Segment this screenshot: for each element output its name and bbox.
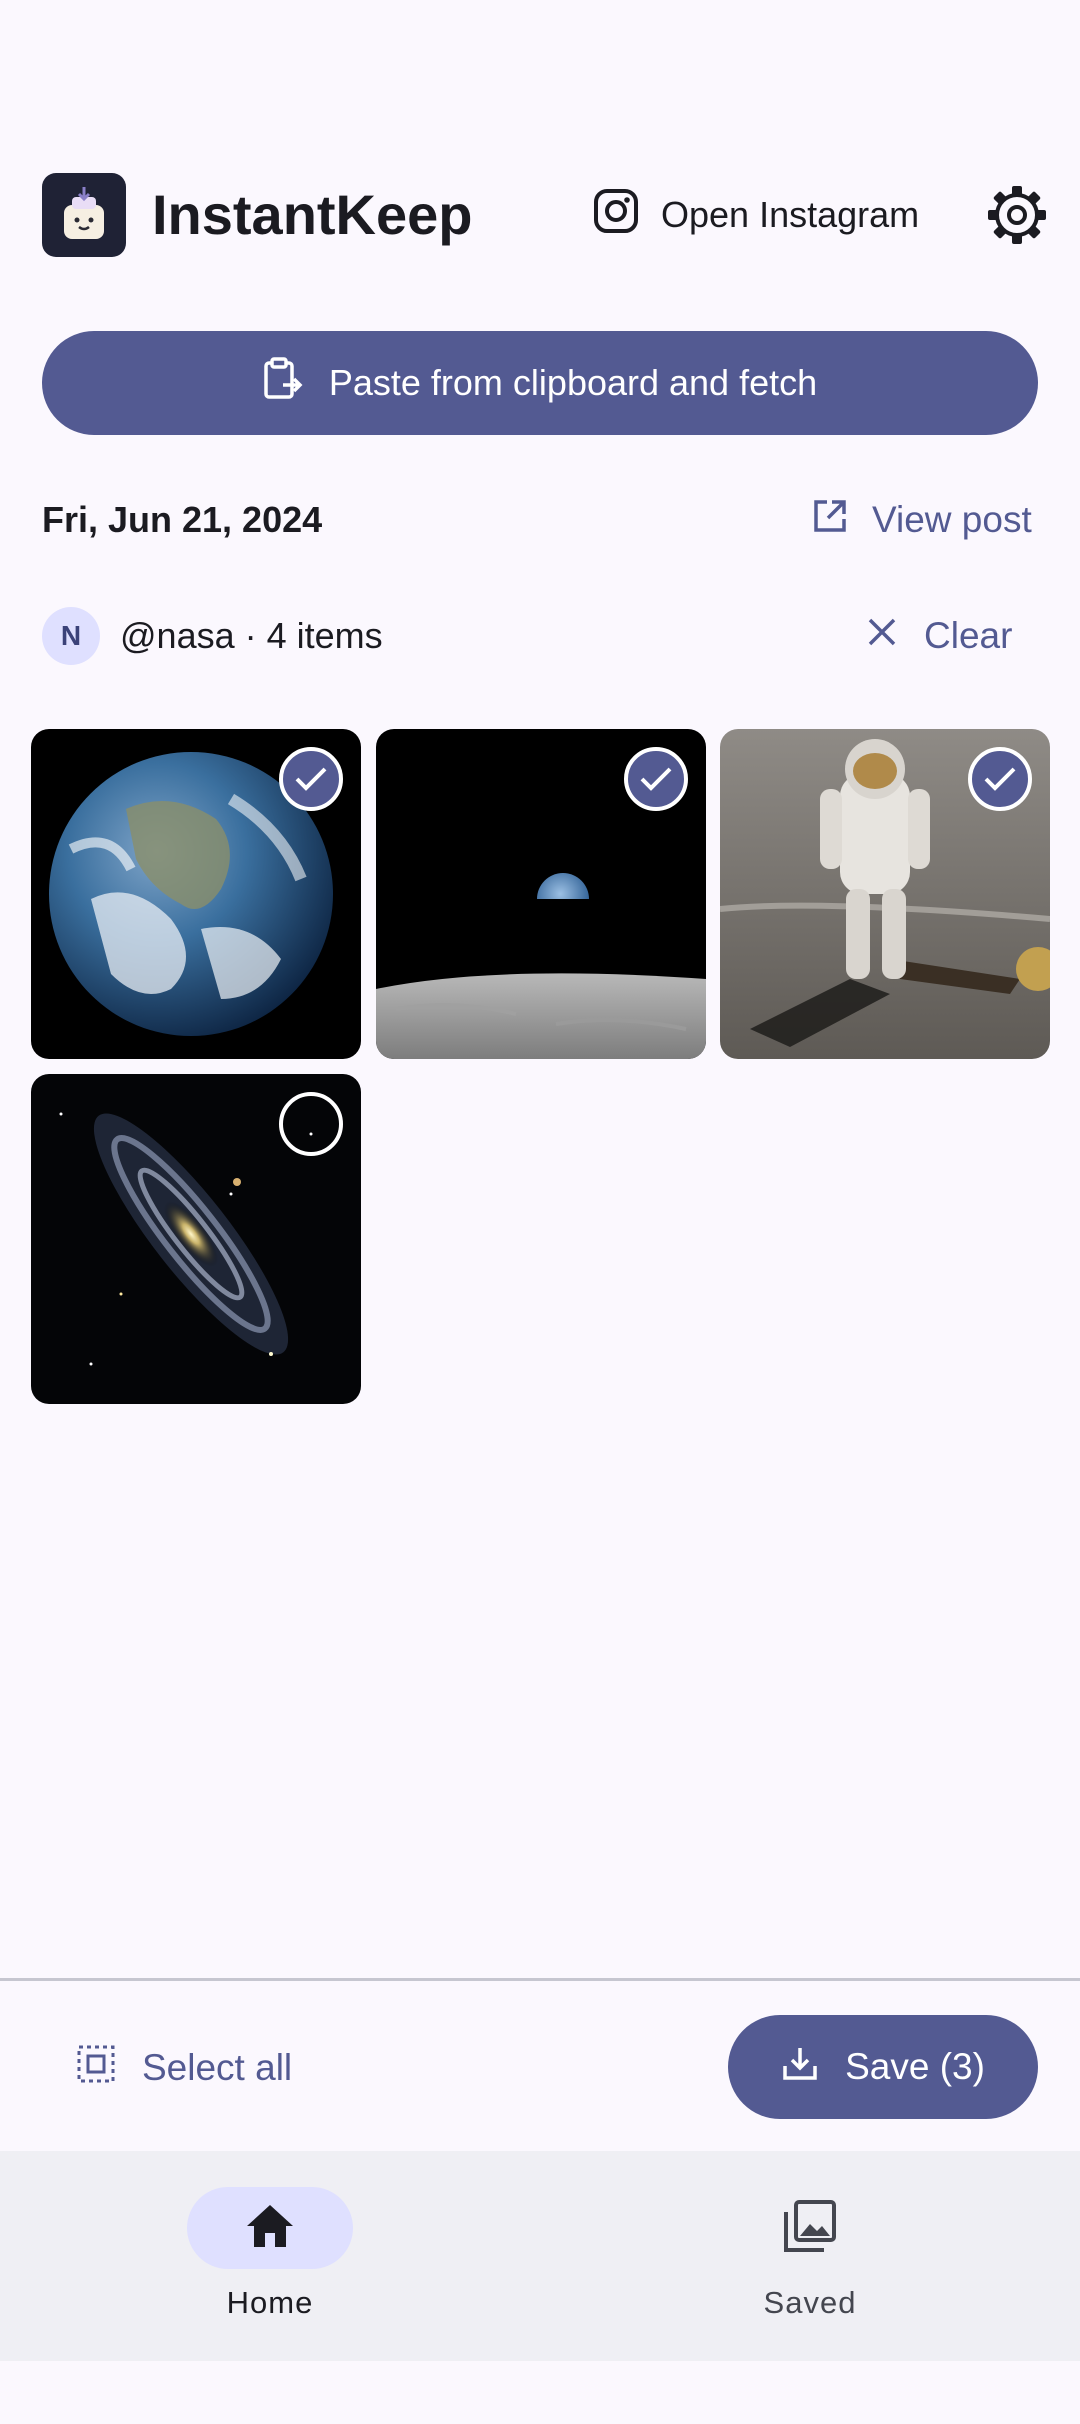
selected-check-icon[interactable] bbox=[624, 747, 688, 811]
nav-active-indicator bbox=[187, 2187, 353, 2269]
nav-item-saved[interactable]: Saved bbox=[660, 2187, 960, 2323]
view-post-label: View post bbox=[872, 499, 1032, 540]
open-instagram-button[interactable]: Open Instagram bbox=[593, 180, 919, 250]
nav-label-saved: Saved bbox=[763, 2285, 857, 2320]
open-external-icon bbox=[812, 498, 848, 543]
unselected-circle-icon[interactable] bbox=[279, 1092, 343, 1156]
open-instagram-label: Open Instagram bbox=[661, 194, 920, 235]
app-logo bbox=[42, 173, 126, 257]
nav-item-home[interactable]: Home bbox=[120, 2187, 420, 2323]
instagram-icon bbox=[593, 188, 639, 243]
select-all-icon bbox=[76, 2044, 116, 2093]
clear-label: Clear bbox=[924, 615, 1013, 656]
post-date: Fri, Jun 21, 2024 bbox=[42, 499, 323, 540]
paste-fetch-label: Paste from clipboard and fetch bbox=[328, 362, 818, 403]
download-icon bbox=[781, 2044, 819, 2091]
paste-fetch-button[interactable]: Paste from clipboard and fetch bbox=[42, 331, 1038, 435]
save-label: Save (3) bbox=[845, 2046, 985, 2087]
nav-label-home: Home bbox=[226, 2285, 314, 2320]
media-tile-galaxy[interactable] bbox=[31, 1074, 361, 1404]
close-icon bbox=[866, 615, 898, 657]
home-icon bbox=[244, 2202, 296, 2255]
select-all-label: Select all bbox=[142, 2047, 293, 2088]
select-all-button[interactable]: Select all bbox=[76, 2038, 292, 2098]
selected-check-icon[interactable] bbox=[968, 747, 1032, 811]
app-title: InstantKeep bbox=[152, 183, 473, 246]
media-tile-earth[interactable] bbox=[31, 729, 361, 1059]
post-author-meta: @nasa · 4 items bbox=[120, 615, 383, 656]
settings-gear-icon[interactable] bbox=[986, 184, 1048, 246]
bottom-navigation: Home Saved bbox=[0, 2151, 1080, 2361]
save-button[interactable]: Save (3) bbox=[728, 2015, 1038, 2119]
selected-check-icon[interactable] bbox=[279, 747, 343, 811]
divider bbox=[0, 1978, 1080, 1981]
view-post-link[interactable]: View post bbox=[812, 492, 1032, 548]
media-tile-earthrise[interactable] bbox=[376, 729, 706, 1059]
clipboard-icon bbox=[263, 356, 303, 410]
nav-inactive-indicator bbox=[727, 2187, 893, 2269]
media-tile-astronaut[interactable] bbox=[720, 729, 1050, 1059]
gallery-icon bbox=[782, 2198, 838, 2259]
clear-button[interactable]: Clear bbox=[866, 606, 1012, 666]
avatar: N bbox=[42, 607, 100, 665]
